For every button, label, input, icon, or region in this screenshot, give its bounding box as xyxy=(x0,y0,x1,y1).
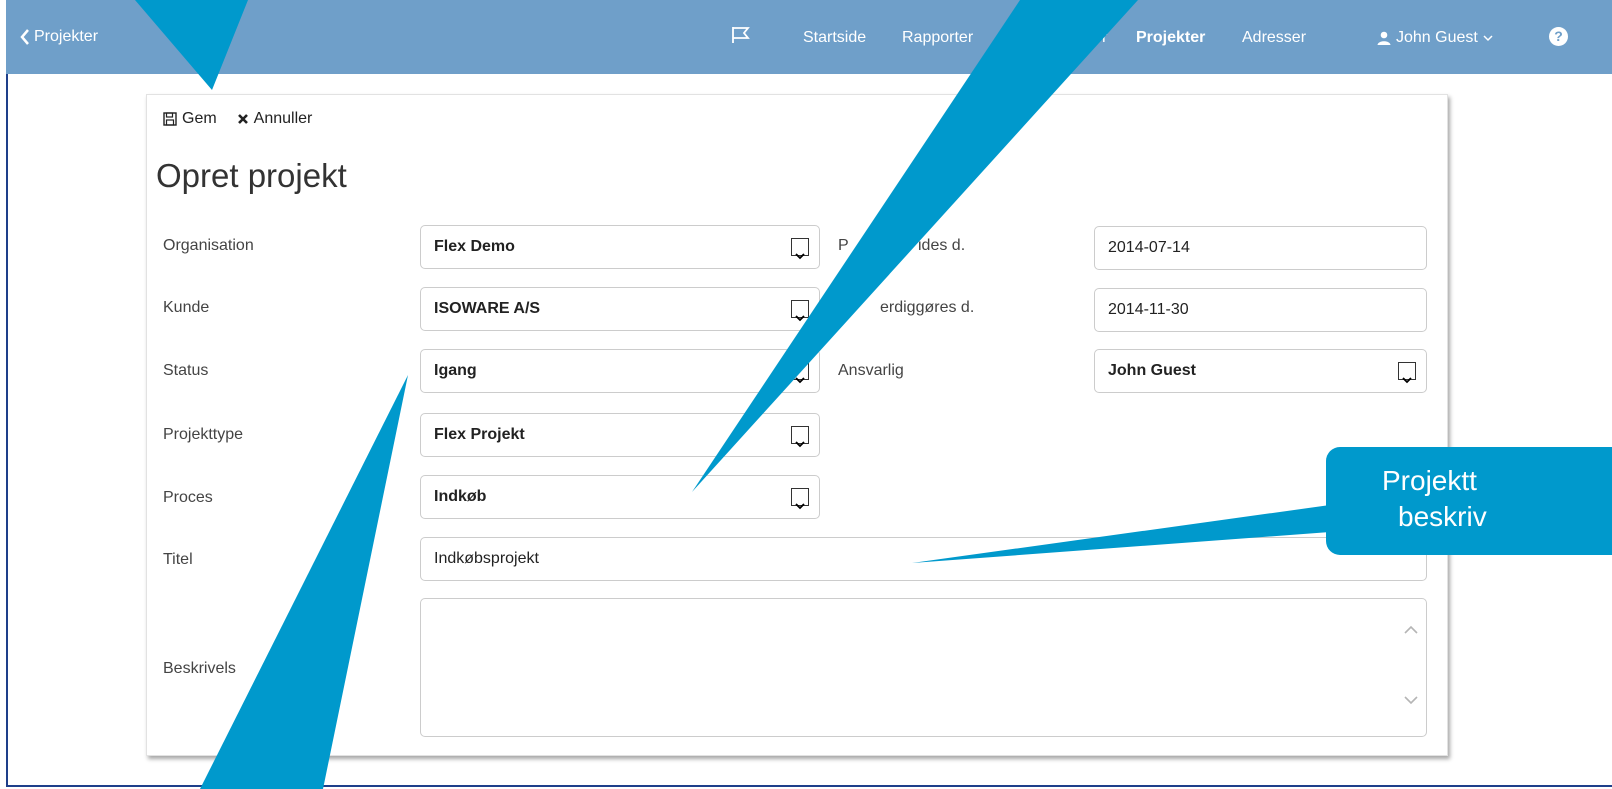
slut-label: erdiggøres d. xyxy=(880,299,975,316)
nav-adresser[interactable]: Adresser xyxy=(1242,29,1306,47)
projekttype-value: Flex Projekt xyxy=(434,426,525,443)
nav-projekter[interactable]: Projekter xyxy=(1136,29,1205,47)
help-icon[interactable]: ? xyxy=(1549,27,1568,46)
chevron-down-icon xyxy=(791,488,809,510)
titel-input[interactable]: Indkøbsprojekt xyxy=(420,537,1427,581)
organisation-select[interactable]: Flex Demo xyxy=(420,225,820,269)
page-title: Opret projekt xyxy=(156,157,347,194)
kunde-select[interactable]: ISOWARE A/S xyxy=(420,287,820,331)
status-select[interactable]: Igang xyxy=(420,349,820,393)
status-value: Igang xyxy=(434,362,477,379)
chevron-down-icon xyxy=(1398,362,1416,384)
flag-icon[interactable] xyxy=(731,26,751,44)
user-icon xyxy=(1377,31,1391,45)
save-label: Gem xyxy=(182,110,217,127)
kunde-label: Kunde xyxy=(163,299,210,316)
beskrivelse-label: Beskrivels xyxy=(163,660,236,677)
titel-label: Titel xyxy=(163,551,193,568)
start-date-value: 2014-07-14 xyxy=(1108,239,1190,256)
back-link-label: Projekter xyxy=(34,28,99,45)
callout-line-1: Projektt xyxy=(1382,465,1477,496)
beskrivelse-textarea[interactable] xyxy=(420,598,1427,737)
organisation-label: Organisation xyxy=(163,237,254,254)
save-icon xyxy=(163,112,177,126)
end-date-input[interactable]: 2014-11-30 xyxy=(1094,288,1427,332)
chevron-left-icon xyxy=(20,29,29,45)
chevron-down-icon xyxy=(791,300,809,322)
projekttype-label: Projekttype xyxy=(163,426,244,443)
scroll-up-icon[interactable] xyxy=(1404,625,1418,635)
chevron-down-icon xyxy=(1483,35,1493,42)
chevron-down-icon xyxy=(791,426,809,448)
proces-label: Proces xyxy=(163,489,213,506)
nav-rapporter[interactable]: Rapporter xyxy=(902,29,973,47)
chevron-down-icon xyxy=(791,362,809,384)
titel-value: Indkøbsprojekt xyxy=(434,550,539,567)
kunde-value: ISOWARE A/S xyxy=(434,300,541,317)
status-label: Status xyxy=(163,362,209,379)
scroll-down-icon[interactable] xyxy=(1404,695,1418,705)
proces-select[interactable]: Indkøb xyxy=(420,475,820,519)
user-menu[interactable]: John Guest xyxy=(1377,29,1493,47)
start-date-input[interactable]: 2014-07-14 xyxy=(1094,226,1427,270)
cancel-button[interactable]: Annuller xyxy=(237,110,313,128)
form-toolbar: Gem Annuller xyxy=(163,110,312,128)
nav-partial[interactable]: r xyxy=(1102,29,1107,47)
cancel-label: Annuller xyxy=(253,110,313,127)
callout-line-2: beskriv xyxy=(1398,501,1487,532)
top-navbar: Projekter Startside Rapporter r Projekte… xyxy=(6,0,1612,74)
back-link[interactable]: Projekter xyxy=(20,28,98,46)
close-icon xyxy=(237,114,248,124)
ansvarlig-value: John Guest xyxy=(1108,362,1197,379)
save-button[interactable]: Gem xyxy=(163,110,217,128)
organisation-value: Flex Demo xyxy=(434,238,515,255)
projekttype-select[interactable]: Flex Projekt xyxy=(420,413,820,457)
nav-startside[interactable]: Startside xyxy=(803,29,866,47)
start-label-a: P xyxy=(838,237,849,254)
ansvarlig-select[interactable]: John Guest xyxy=(1094,349,1427,393)
end-date-value: 2014-11-30 xyxy=(1108,301,1189,318)
chevron-down-icon xyxy=(791,238,809,260)
user-name: John Guest xyxy=(1396,29,1478,46)
start-label-b: ides d. xyxy=(918,237,966,254)
callout-text: Projektt beskriv xyxy=(1382,463,1487,535)
ansvarlig-label: Ansvarlig xyxy=(838,362,904,379)
proces-value: Indkøb xyxy=(434,488,487,505)
